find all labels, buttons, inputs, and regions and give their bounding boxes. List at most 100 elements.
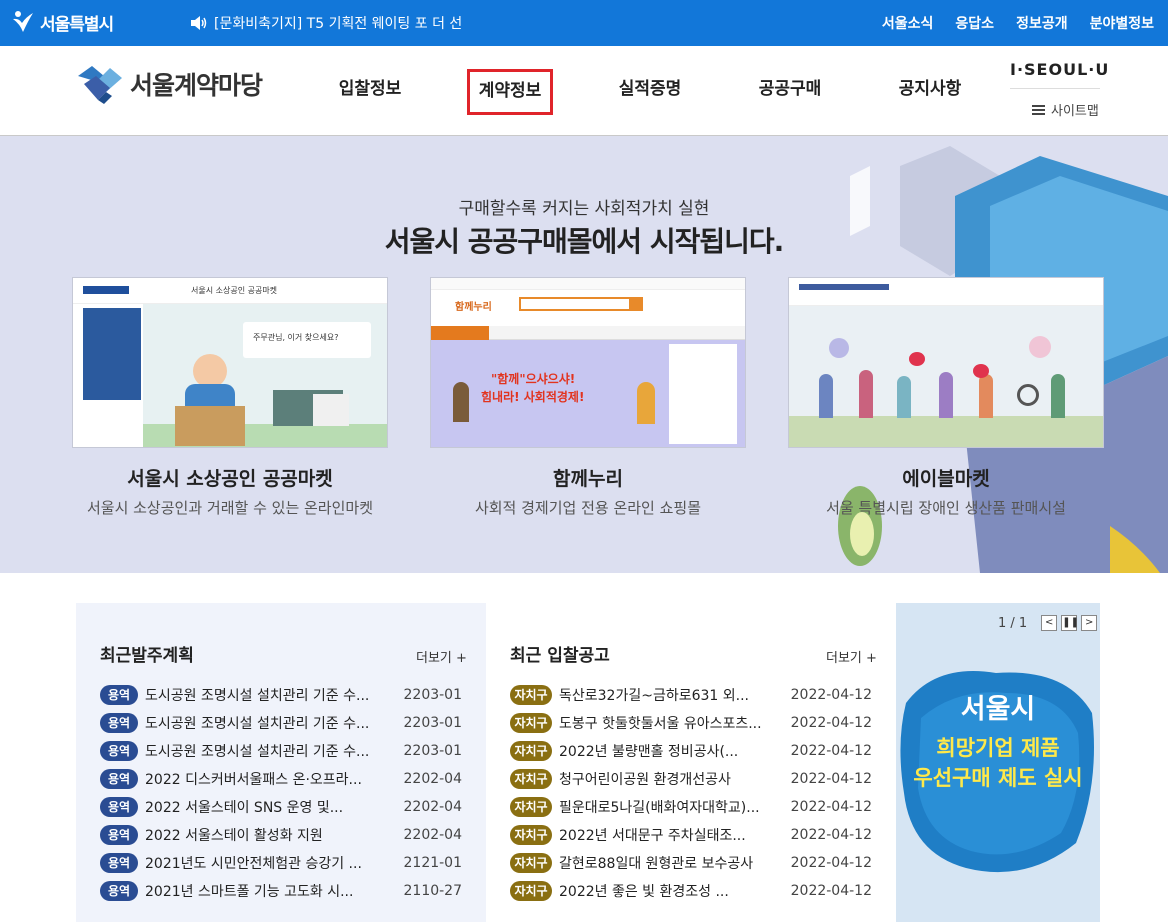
notice-text: [문화비축기지] T5 기획전 웨이팅 포 더 선 (214, 16, 463, 32)
item-title: 필운대로5나길(배화여자대학교)... (559, 800, 760, 816)
item-title: 도시공원 조명시설 설치관리 기준 수... (145, 688, 370, 704)
item-date: 2022-04-12 (790, 687, 872, 703)
site-logo[interactable]: 서울계약마당 (76, 62, 263, 106)
bid-notices-more-link[interactable]: 더보기 + (826, 647, 877, 666)
item-date: 2202-04 (403, 799, 463, 815)
sitemap-button[interactable]: 사이트맵 (1032, 100, 1099, 119)
thumb-logo-text: 함께누리 (455, 302, 492, 313)
item-date: 2203-01 (403, 687, 463, 703)
category-badge: 자치구 (510, 685, 552, 705)
main-header: 서울계약마당 입찰정보 계약정보 실적증명 공공구매 공지사항 I·SEOUL·… (0, 46, 1168, 136)
nav-contract-info[interactable]: 계약정보 (467, 69, 553, 115)
list-item[interactable]: 자치구 독산로32가길~금하로631 외... 2022-04-12 (510, 681, 872, 709)
category-badge: 자치구 (510, 713, 552, 733)
item-title: 도봉구 핫둘핫둘서울 유아스포츠... (559, 716, 762, 732)
seoul-logo-icon (13, 11, 33, 32)
item-date: 2022-04-12 (790, 827, 872, 843)
list-item[interactable]: 용역 2022 디스커버서울패스 온·오프라... 2202-04 (100, 765, 462, 793)
category-badge: 용역 (100, 741, 138, 761)
top-nav: 서울소식 응답소 정보공개 분야별정보 (882, 13, 1154, 33)
item-title: 2022 서울스테이 SNS 운영 및... (145, 800, 344, 816)
nav-bid-info[interactable]: 입찰정보 (300, 74, 440, 112)
item-title: 2022년 좋은 빛 환경조성 ... (559, 884, 729, 900)
list-icon (1032, 104, 1045, 115)
main-nav: 입찰정보 계약정보 실적증명 공공구매 공지사항 (300, 69, 1000, 115)
list-item[interactable]: 자치구 2022년 불량맨홀 정비공사(... 2022-04-12 (510, 737, 872, 765)
category-badge: 용역 (100, 797, 138, 817)
card-able-market[interactable]: 에이블마켓 서울 특별시립 장애인 생산품 판매시설 (788, 277, 1104, 518)
category-badge: 용역 (100, 853, 138, 873)
top-link-field-info[interactable]: 분야별정보 (1090, 13, 1154, 33)
top-link-seoul-news[interactable]: 서울소식 (882, 13, 934, 33)
seoul-logo-text: 서울특별시 (40, 14, 114, 35)
card-small-business-market[interactable]: 서울시 소상공인 공공마켓 주무관님, 이거 찾으세요? 서울시 소상공인 공공… (72, 277, 388, 518)
category-badge: 자치구 (510, 741, 552, 761)
item-date: 2203-01 (403, 715, 463, 731)
item-date: 2202-04 (403, 771, 463, 787)
list-item[interactable]: 용역 도시공원 조명시설 설치관리 기준 수... 2203-01 (100, 709, 462, 737)
list-item[interactable]: 용역 2022 서울스테이 활성화 지원 2202-04 (100, 821, 462, 849)
pager-text: 1 / 1 (998, 615, 1028, 631)
category-badge: 용역 (100, 881, 138, 901)
recent-order-plans-panel: 최근발주계획 더보기 + 용역 도시공원 조명시설 설치관리 기준 수... 220… (76, 603, 486, 922)
pause-icon[interactable]: ❚❚ (1061, 615, 1079, 631)
list-item[interactable]: 용역 도시공원 조명시설 설치관리 기준 수... 2203-01 (100, 737, 462, 765)
category-badge: 용역 (100, 825, 138, 845)
card-description: 서울 특별시립 장애인 생산품 판매시설 (826, 499, 1066, 517)
nav-performance-cert[interactable]: 실적증명 (580, 74, 720, 112)
item-date: 2022-04-12 (790, 771, 872, 787)
item-title: 2021년 스마트폴 기능 고도화 시... (145, 884, 354, 900)
brand-divider (1010, 88, 1100, 89)
card-description: 서울시 소상공인과 거래할 수 있는 온라인마켓 (86, 499, 374, 517)
prev-arrow-icon[interactable]: < (1041, 615, 1058, 631)
top-link-eungdapso[interactable]: 응답소 (955, 13, 994, 33)
item-date: 2121-01 (403, 855, 463, 871)
hero-banner: 구매할수록 커지는 사회적가치 실현 서울시 공공구매몰에서 시작됩니다. 서울… (0, 136, 1168, 573)
category-badge: 용역 (100, 769, 138, 789)
item-title: 2022년 불량맨홀 정비공사(... (559, 744, 739, 760)
hope-company-promo-banner[interactable]: 서울시 희망기업 제품 우선구매 제도 실시 (896, 603, 1100, 922)
card-description: 사회적 경제기업 전용 온라인 쇼핑몰 (474, 499, 702, 517)
notice-ticker[interactable]: [문화비축기지] T5 기획전 웨이팅 포 더 선 (190, 13, 462, 33)
banner-title: 서울시 공공구매몰에서 시작됩니다. (384, 225, 785, 258)
item-date: 2022-04-12 (790, 855, 872, 871)
nav-notices[interactable]: 공지사항 (860, 74, 1000, 112)
list-item[interactable]: 용역 2021년도 시민안전체험관 승강기 ... 2121-01 (100, 849, 462, 877)
bid-notices-title: 최근 입찰공고 (510, 646, 610, 666)
seoul-logo[interactable]: 서울특별시 (10, 8, 114, 36)
list-item[interactable]: 자치구 청구어린이공원 환경개선공사 2022-04-12 (510, 765, 872, 793)
card-hamkke-nuri[interactable]: 함께누리 "함께"으샤으샤! 힘내라! 사회적경제! 함께누리 사회적 경제기업… (430, 277, 746, 518)
next-arrow-icon[interactable]: > (1081, 615, 1098, 631)
item-title: 도시공원 조명시설 설치관리 기준 수... (145, 744, 370, 760)
handshake-logo-icon (78, 66, 122, 104)
category-badge: 용역 (100, 713, 138, 733)
item-date: 2202-04 (403, 827, 463, 843)
list-item[interactable]: 용역 2021년 스마트폴 기능 고도화 시... 2110-27 (100, 877, 462, 905)
item-title: 도시공원 조명시설 설치관리 기준 수... (145, 716, 370, 732)
card-name: 에이블마켓 (902, 468, 990, 490)
order-plans-list: 용역 도시공원 조명시설 설치관리 기준 수... 2203-01 용역 도시공원 조… (100, 681, 462, 905)
category-badge: 자치구 (510, 853, 552, 873)
item-date: 2022-04-12 (790, 799, 872, 815)
list-item[interactable]: 자치구 2022년 좋은 빛 환경조성 ... 2022-04-12 (510, 877, 872, 905)
recent-bid-notices-panel: 최근 입찰공고 더보기 + 자치구 독산로32가길~금하로631 외... 2022… (486, 603, 896, 922)
list-item[interactable]: 용역 도시공원 조명시설 설치관리 기준 수... 2203-01 (100, 681, 462, 709)
item-date: 2022-04-12 (790, 743, 872, 759)
promo-pager: 1 / 1 < ❚❚ > (998, 615, 1098, 631)
nav-public-purchase[interactable]: 공공구매 (720, 74, 860, 112)
list-item[interactable]: 자치구 필운대로5나길(배화여자대학교)... 2022-04-12 (510, 793, 872, 821)
list-item[interactable]: 용역 2022 서울스테이 SNS 운영 및... 2202-04 (100, 793, 462, 821)
top-link-info-disclosure[interactable]: 정보공개 (1016, 13, 1068, 33)
list-item[interactable]: 자치구 2022년 서대문구 주차실태조... 2022-04-12 (510, 821, 872, 849)
card-name: 함께누리 (553, 468, 623, 490)
iseoulu-brand[interactable]: I·SEOUL·U (1010, 60, 1109, 79)
card-name: 서울시 소상공인 공공마켓 (127, 468, 333, 490)
order-plans-more-link[interactable]: 더보기 + (416, 647, 467, 666)
speaker-icon (191, 16, 207, 30)
list-item[interactable]: 자치구 갈현로88일대 원형관로 보수공사 2022-04-12 (510, 849, 872, 877)
thumb-slogan-2: 힘내라! 사회적경제! (481, 390, 585, 404)
list-item[interactable]: 자치구 도봉구 핫둘핫둘서울 유아스포츠... 2022-04-12 (510, 709, 872, 737)
site-logo-text: 서울계약마당 (130, 71, 263, 100)
promo-line-3: 우선구매 제도 실시 (913, 766, 1083, 790)
item-date: 2022-04-12 (790, 715, 872, 731)
